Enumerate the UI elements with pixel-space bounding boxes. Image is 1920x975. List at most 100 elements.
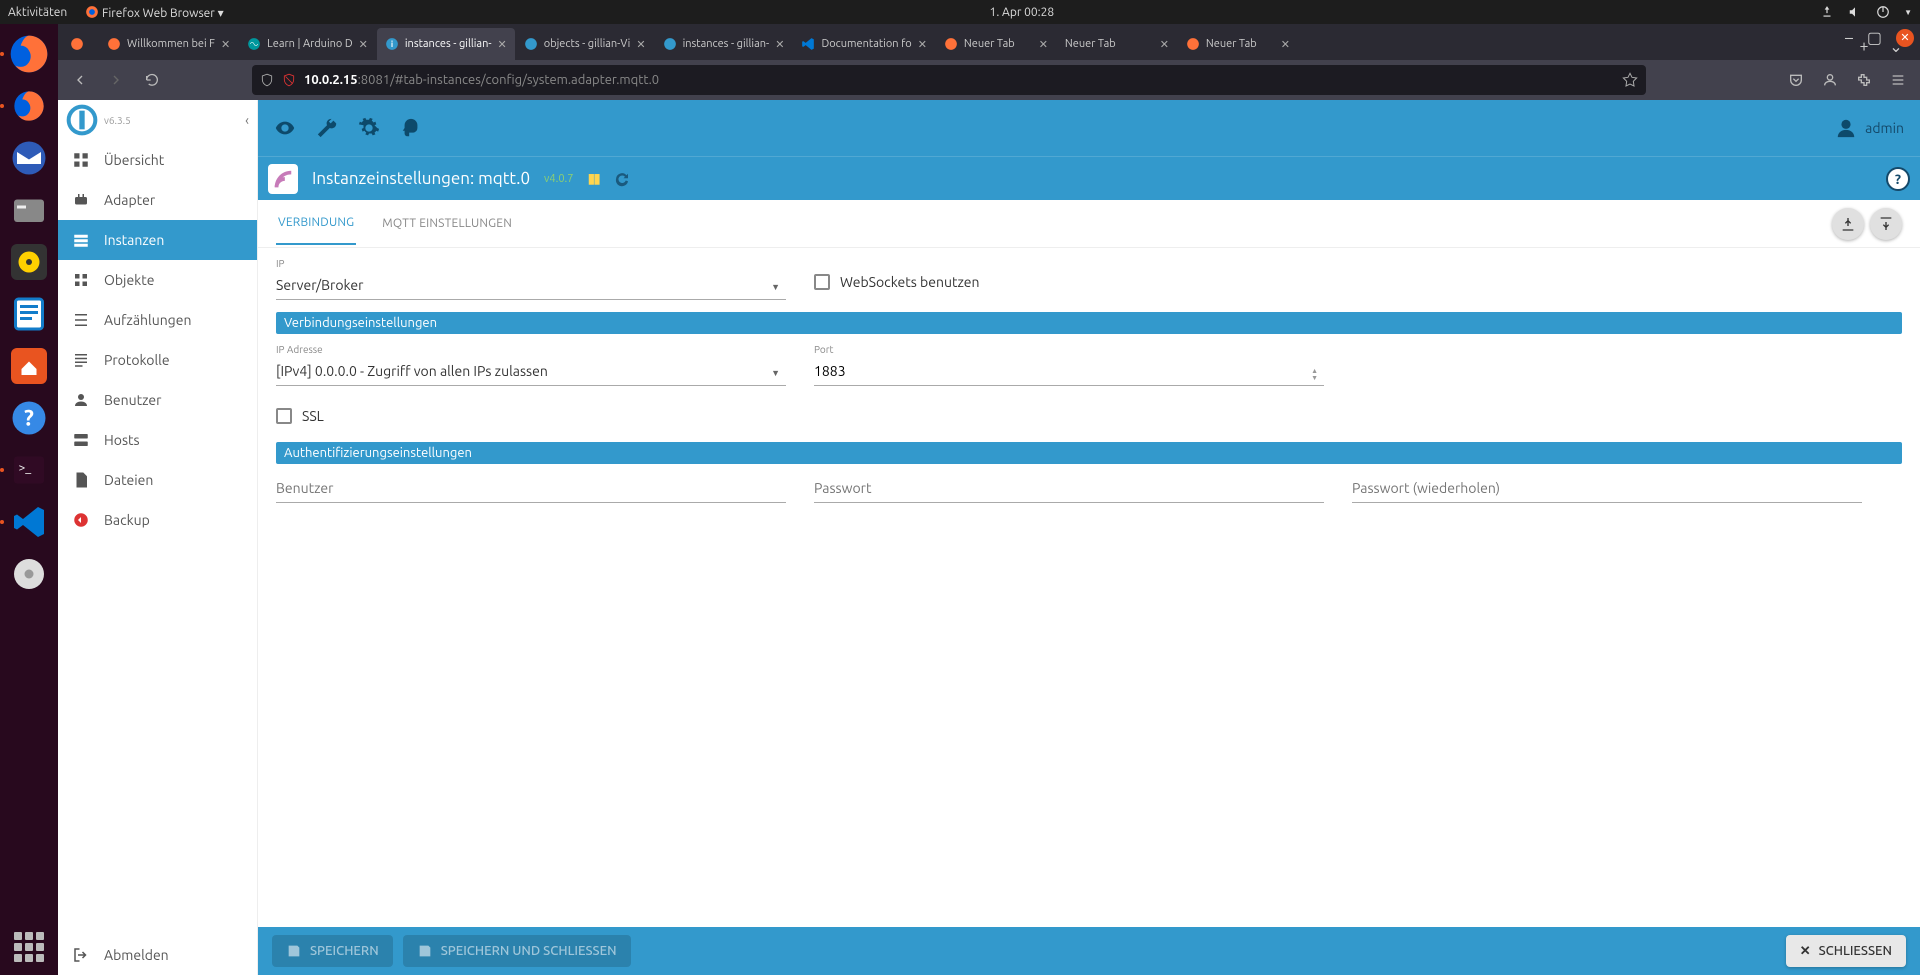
close-icon[interactable]: ✕ bbox=[775, 38, 784, 51]
password-input[interactable] bbox=[814, 474, 1324, 503]
ipaddr-select[interactable]: [IPv4] 0.0.0.0 - Zugriff von allen IPs z… bbox=[276, 357, 786, 386]
password-repeat-input[interactable] bbox=[1352, 474, 1862, 503]
tab-verbindung[interactable]: VERBINDUNG bbox=[276, 202, 356, 245]
refresh-icon[interactable] bbox=[613, 170, 631, 188]
browser-tab[interactable]: instances - gillian-✕ bbox=[655, 28, 793, 60]
pinned-tab[interactable] bbox=[62, 28, 98, 60]
reload-button[interactable] bbox=[136, 64, 168, 96]
maximize-button[interactable]: ▢ bbox=[1867, 28, 1882, 47]
nav-objekte[interactable]: Objekte bbox=[58, 260, 257, 300]
nav-abmelden[interactable]: Abmelden bbox=[58, 935, 257, 975]
forward-button[interactable] bbox=[100, 64, 132, 96]
minimize-button[interactable]: – bbox=[1845, 29, 1853, 47]
dock-disk[interactable] bbox=[5, 550, 53, 598]
ssl-checkbox[interactable] bbox=[276, 408, 292, 424]
account-button[interactable] bbox=[1814, 64, 1846, 96]
dock-firefox-2[interactable] bbox=[5, 82, 53, 130]
ip-label: IP bbox=[276, 258, 786, 269]
help-button[interactable]: ? bbox=[1886, 167, 1910, 191]
extensions-button[interactable] bbox=[1848, 64, 1880, 96]
user-input[interactable] bbox=[276, 474, 786, 503]
ip-select[interactable]: Server/Broker bbox=[276, 271, 786, 300]
activities-button[interactable]: Aktivitäten bbox=[8, 6, 67, 19]
browser-tab[interactable]: Neuer Tab✕ bbox=[1178, 28, 1298, 60]
nav-benutzer[interactable]: Benutzer bbox=[58, 380, 257, 420]
browser-tab[interactable]: Neuer Tab✕ bbox=[1057, 28, 1177, 60]
instance-header: Instanzeinstellungen: mqtt.0 v4.0.7 ▮▮ ? bbox=[258, 156, 1920, 200]
websockets-checkbox[interactable] bbox=[814, 274, 830, 290]
close-button[interactable]: ✕ SCHLIESSEN bbox=[1786, 935, 1906, 967]
app-menu[interactable]: Firefox Web Browser ▾ bbox=[85, 5, 223, 20]
hamburger-button[interactable] bbox=[1882, 64, 1914, 96]
nav-hosts[interactable]: Hosts bbox=[58, 420, 257, 460]
iobroker-topbar: admin bbox=[258, 100, 1920, 156]
volume-icon bbox=[1848, 5, 1862, 19]
websockets-label: WebSockets benutzen bbox=[840, 274, 979, 290]
nav-backup[interactable]: Backup bbox=[58, 500, 257, 540]
nav-uebersicht[interactable]: Übersicht bbox=[58, 140, 257, 180]
browser-tab[interactable]: Learn | Arduino D✕ bbox=[239, 28, 376, 60]
save-button[interactable]: SPEICHERN bbox=[272, 935, 393, 967]
gear-icon[interactable] bbox=[358, 117, 380, 139]
dock-writer[interactable] bbox=[5, 290, 53, 338]
close-icon[interactable]: ✕ bbox=[636, 38, 645, 51]
export-button[interactable] bbox=[1832, 208, 1864, 240]
browser-tab-active[interactable]: iinstances - gillian-✕ bbox=[377, 28, 515, 60]
nav-dateien[interactable]: Dateien bbox=[58, 460, 257, 500]
browser-tab[interactable]: Neuer Tab✕ bbox=[936, 28, 1056, 60]
close-icon[interactable]: ✕ bbox=[918, 38, 927, 51]
svg-text:i: i bbox=[391, 39, 393, 49]
browser-tab[interactable]: Documentation fo✕ bbox=[793, 28, 934, 60]
url-input[interactable]: 10.0.2.15:8081/#tab-instances/config/sys… bbox=[252, 65, 1646, 95]
dock-apps-grid[interactable] bbox=[11, 929, 47, 965]
footer-bar: SPEICHERN SPEICHERN UND SCHLIESSEN ✕ SCH… bbox=[258, 927, 1920, 975]
dock-software[interactable] bbox=[5, 342, 53, 390]
visibility-icon[interactable] bbox=[274, 117, 296, 139]
clock[interactable]: 1. Apr 00:28 bbox=[224, 6, 1820, 19]
chevron-down-icon: ▼ bbox=[771, 368, 780, 378]
nav-protokolle[interactable]: Protokolle bbox=[58, 340, 257, 380]
ubuntu-dock: ? >_ bbox=[0, 24, 58, 975]
port-input[interactable] bbox=[814, 357, 1324, 386]
nav-aufzaehlungen[interactable]: Aufzählungen bbox=[58, 300, 257, 340]
dock-files[interactable] bbox=[5, 186, 53, 234]
nav-instanzen[interactable]: Instanzen bbox=[58, 220, 257, 260]
gnome-topbar: Aktivitäten Firefox Web Browser ▾ 1. Apr… bbox=[0, 0, 1920, 24]
dock-firefox[interactable] bbox=[5, 30, 53, 78]
dock-rhythmbox[interactable] bbox=[5, 238, 53, 286]
dock-vscode[interactable] bbox=[5, 498, 53, 546]
svg-text:?: ? bbox=[24, 406, 34, 431]
back-button[interactable] bbox=[64, 64, 96, 96]
close-icon[interactable]: ✕ bbox=[221, 38, 230, 51]
ipaddr-label: IP Adresse bbox=[276, 344, 786, 355]
instance-version: v4.0.7 bbox=[544, 173, 573, 185]
collapse-sidebar-button[interactable]: ‹ bbox=[245, 112, 249, 128]
close-icon[interactable]: ✕ bbox=[1281, 38, 1290, 51]
iobroker-sidebar: v6.3.5 ‹ Übersicht Adapter Instanzen Obj… bbox=[58, 100, 258, 975]
close-icon[interactable]: ✕ bbox=[498, 38, 507, 51]
pocket-button[interactable] bbox=[1780, 64, 1812, 96]
user-label[interactable]: admin bbox=[1865, 120, 1904, 136]
browser-tab[interactable]: objects - gillian-Vi✕ bbox=[516, 28, 654, 60]
head-icon[interactable] bbox=[400, 117, 422, 139]
window-controls: – ▢ ✕ bbox=[1845, 28, 1914, 47]
iobroker-logo-icon bbox=[66, 104, 98, 136]
config-tab-row: VERBINDUNG MQTT EINSTELLUNGEN bbox=[258, 200, 1920, 248]
dock-help[interactable]: ? bbox=[5, 394, 53, 442]
dock-thunderbird[interactable] bbox=[5, 134, 53, 182]
wrench-icon[interactable] bbox=[316, 117, 338, 139]
browser-tab[interactable]: Willkommen bei F✕ bbox=[99, 28, 238, 60]
bookmark-icon[interactable] bbox=[1622, 72, 1638, 88]
nav-adapter[interactable]: Adapter bbox=[58, 180, 257, 220]
close-icon[interactable]: ✕ bbox=[1039, 38, 1048, 51]
close-icon[interactable]: ✕ bbox=[359, 38, 368, 51]
dock-terminal[interactable]: >_ bbox=[5, 446, 53, 494]
tab-mqtt-einstellungen[interactable]: MQTT EINSTELLUNGEN bbox=[380, 203, 514, 244]
import-button[interactable] bbox=[1870, 208, 1902, 240]
close-icon[interactable]: ✕ bbox=[1160, 38, 1169, 51]
save-close-button[interactable]: SPEICHERN UND SCHLIESSEN bbox=[403, 935, 631, 967]
system-tray[interactable]: ▼ bbox=[1820, 5, 1912, 19]
number-spinner[interactable]: ▲▼ bbox=[1311, 368, 1318, 382]
pause-icon[interactable]: ▮▮ bbox=[587, 170, 598, 187]
window-close-button[interactable]: ✕ bbox=[1896, 29, 1914, 47]
